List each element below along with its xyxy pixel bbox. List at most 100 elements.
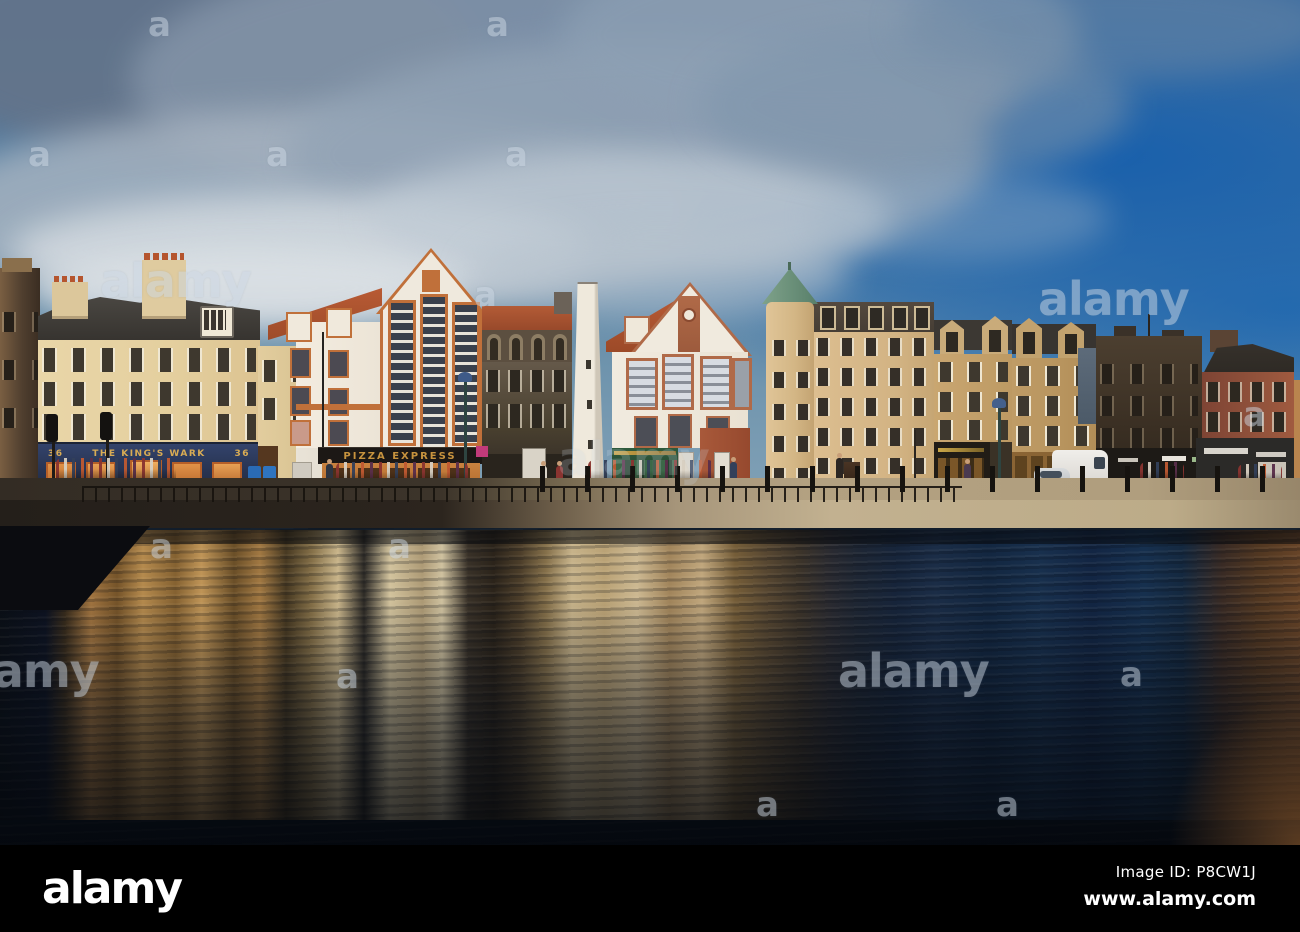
pub-sign-strip (938, 448, 984, 452)
water-depth-fade (0, 600, 1300, 845)
window-row (42, 414, 256, 440)
window-row (42, 348, 256, 372)
dormer (892, 306, 908, 330)
photograph: 36 THE KING'S WARK 36 PIZZA EXPRESS a a … (0, 0, 1300, 845)
turret-body (766, 302, 814, 490)
watermark-alamy: alamy (558, 432, 710, 486)
arched-window (509, 334, 523, 360)
window-row (1016, 426, 1092, 446)
arched-glass (490, 338, 498, 360)
window-row (772, 372, 810, 388)
watermark-a: a (474, 275, 497, 315)
stock-photo-page: 36 THE KING'S WARK 36 PIZZA EXPRESS a a … (0, 0, 1300, 932)
window-row (938, 362, 1008, 382)
building-far-left (0, 258, 40, 490)
chimney-pots (54, 276, 86, 282)
dormer (820, 306, 836, 330)
window-row (772, 340, 810, 356)
window-row (1100, 396, 1198, 416)
gable-crest (678, 296, 700, 354)
watermark-alamy: alamy (1038, 272, 1190, 326)
slot-window (587, 400, 592, 409)
lamp-head (458, 372, 472, 382)
watermark-a: a (266, 135, 289, 175)
alamy-logo: alamy (42, 863, 183, 914)
downpipe (322, 332, 324, 448)
window-row (772, 404, 810, 420)
image-id: Image ID: P8CW1J (1115, 863, 1256, 881)
window-row (486, 404, 568, 428)
window (328, 388, 349, 416)
alamy-footer-bar: alamy Image ID: P8CW1J www.alamy.com (0, 845, 1300, 932)
water-edge-shadow (0, 528, 1300, 544)
alamy-website-url: www.alamy.com (1083, 888, 1256, 910)
dormer-glass (1023, 332, 1035, 354)
watermark-a: a (756, 785, 779, 825)
watermark-alamy: alamy (100, 254, 252, 308)
turret-finial (788, 262, 791, 270)
watermark-a: a (150, 527, 173, 567)
footer-info: Image ID: P8CW1J www.alamy.com (1083, 863, 1256, 910)
window-row (42, 382, 256, 406)
large-window (662, 354, 694, 410)
traffic-light (100, 412, 112, 440)
watermark-a: a (28, 135, 51, 175)
tall-window-strip (388, 300, 416, 446)
shop-sign (1118, 458, 1138, 462)
dormer-glass (1065, 334, 1077, 354)
window (290, 386, 311, 416)
window-row (772, 436, 810, 452)
window-row (2, 312, 38, 332)
dormer-window (326, 308, 352, 338)
pink-shop-sign (476, 446, 488, 457)
window (290, 348, 311, 378)
shop-sign (1162, 456, 1186, 461)
turret-cone (762, 268, 818, 304)
shop-sign (1256, 452, 1286, 457)
window-row (2, 408, 38, 428)
window (328, 350, 349, 378)
chimney (52, 276, 88, 319)
watermark-a: a (505, 135, 528, 175)
chimney (2, 258, 32, 272)
round-window (682, 308, 696, 322)
dormer (868, 306, 884, 330)
tall-window-strip (420, 294, 448, 450)
watermark-a: a (1243, 395, 1266, 435)
orange-band (296, 404, 382, 410)
cloud-low-3 (810, 175, 1110, 260)
dormer-window (286, 312, 312, 342)
stone-chimney (554, 292, 572, 314)
watermark-a: a (336, 657, 359, 697)
arched-glass (534, 338, 542, 360)
watermark-alamy: alamy (838, 644, 990, 698)
warm-water-corner (1140, 660, 1300, 845)
watermark-alamy: alamy (0, 644, 100, 698)
window-row (2, 360, 38, 380)
window-row (1100, 364, 1198, 384)
gable-vent (422, 270, 440, 292)
arched-glass (512, 338, 520, 360)
arched-glass (556, 338, 564, 360)
dormer-glass (946, 332, 958, 352)
window-row (1100, 428, 1198, 448)
watermark-a: a (996, 785, 1019, 825)
arched-window (553, 334, 567, 360)
boarded-window (290, 420, 311, 446)
watermark-a: a (1120, 655, 1143, 695)
arched-window (531, 334, 545, 360)
window-row (816, 398, 932, 416)
large-window (700, 356, 732, 410)
arched-window (487, 334, 501, 360)
dormer-window (200, 306, 234, 338)
window-row (816, 368, 932, 386)
watermark-a: a (148, 5, 171, 45)
window-row (816, 338, 932, 356)
pizza-express-sign-text: PIZZA EXPRESS (343, 450, 457, 462)
window (328, 420, 349, 446)
shop-sign (1204, 448, 1248, 454)
dormer-glass (204, 310, 226, 330)
slot-window (586, 360, 591, 369)
lamp-head (992, 398, 1006, 408)
pub-number-right: 36 (234, 449, 250, 459)
